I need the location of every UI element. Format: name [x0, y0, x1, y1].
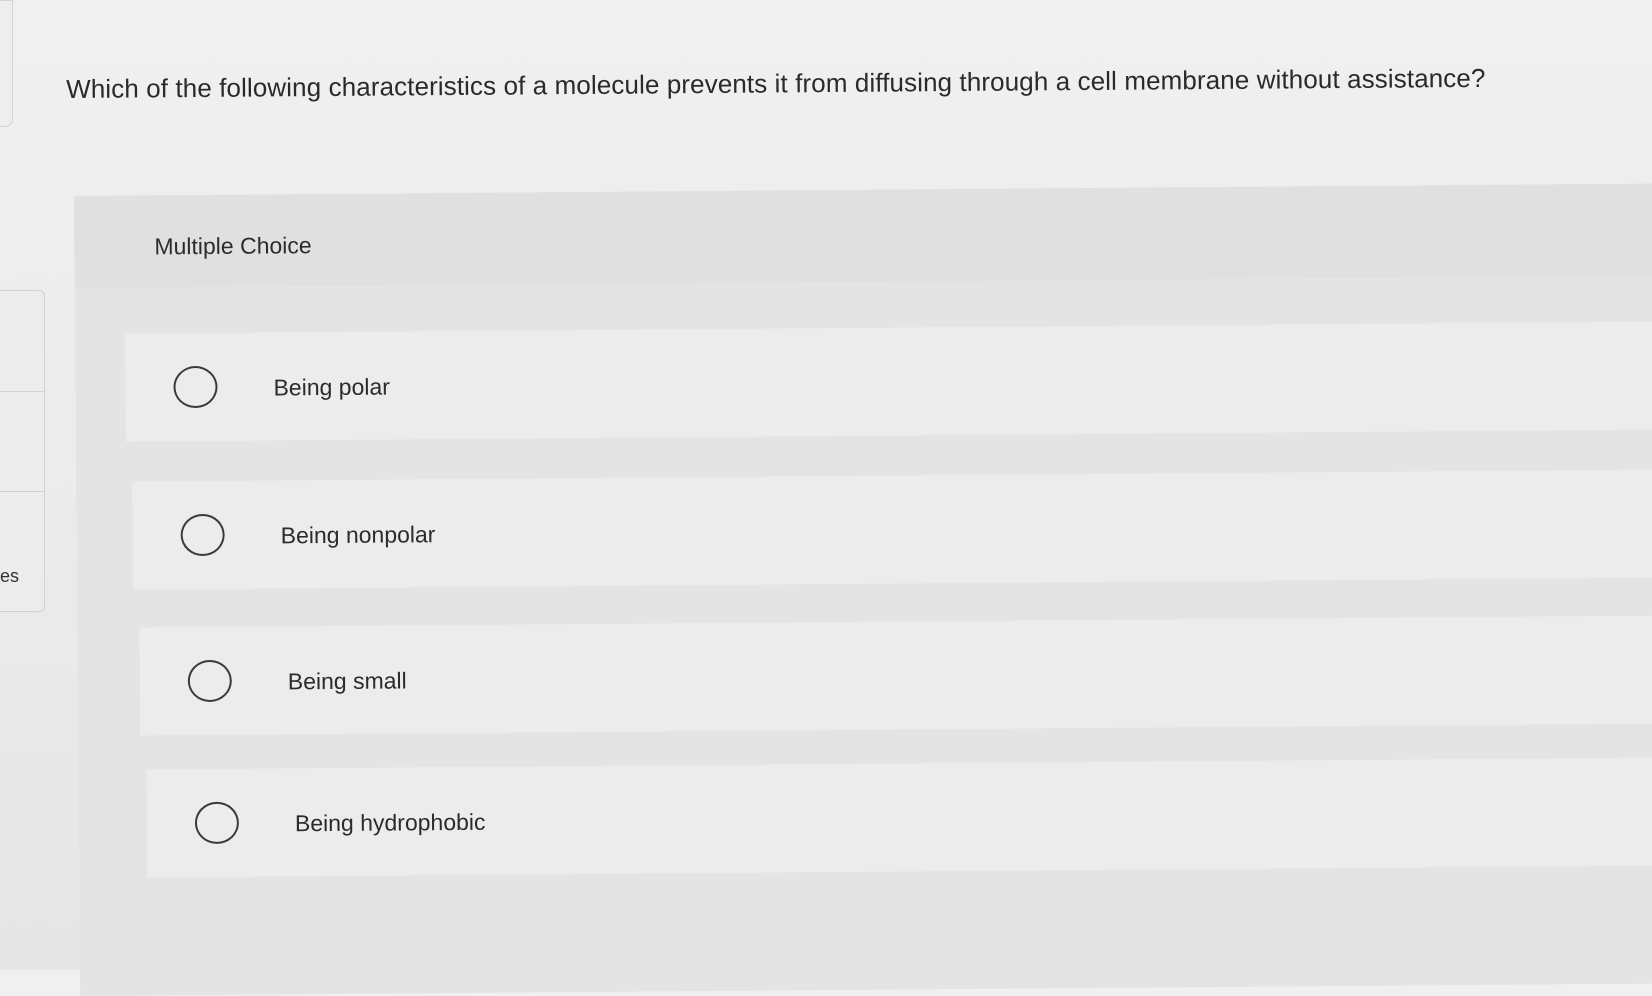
answer-option-label: Being nonpolar — [280, 521, 436, 549]
sidebar-tab[interactable] — [0, 0, 13, 127]
answer-option-being-polar[interactable]: Being polar — [125, 321, 1652, 442]
multiple-choice-title: Multiple Choice — [154, 232, 312, 260]
sidebar-divider — [0, 391, 44, 392]
sidebar-item-label[interactable]: es — [0, 566, 19, 587]
radio-button[interactable] — [180, 513, 225, 557]
answer-option-label: Being hydrophobic — [294, 808, 486, 837]
answer-option-being-hydrophobic[interactable]: Being hydrophobic — [146, 757, 1652, 878]
answer-option-being-small[interactable]: Being small — [139, 615, 1652, 736]
radio-button[interactable] — [194, 801, 240, 845]
sidebar-divider — [0, 491, 44, 492]
answer-option-being-nonpolar[interactable]: Being nonpolar — [132, 469, 1652, 590]
answer-option-label: Being small — [287, 667, 407, 695]
radio-button[interactable] — [173, 365, 218, 409]
answer-option-label: Being polar — [273, 373, 390, 401]
radio-button[interactable] — [187, 659, 232, 703]
multiple-choice-header: Multiple Choice — [74, 183, 1652, 288]
multiple-choice-panel: Multiple Choice Being polar Being nonpol… — [74, 183, 1652, 996]
sidebar-nav — [0, 290, 45, 612]
question-text: Which of the following characteristics o… — [66, 62, 1486, 104]
